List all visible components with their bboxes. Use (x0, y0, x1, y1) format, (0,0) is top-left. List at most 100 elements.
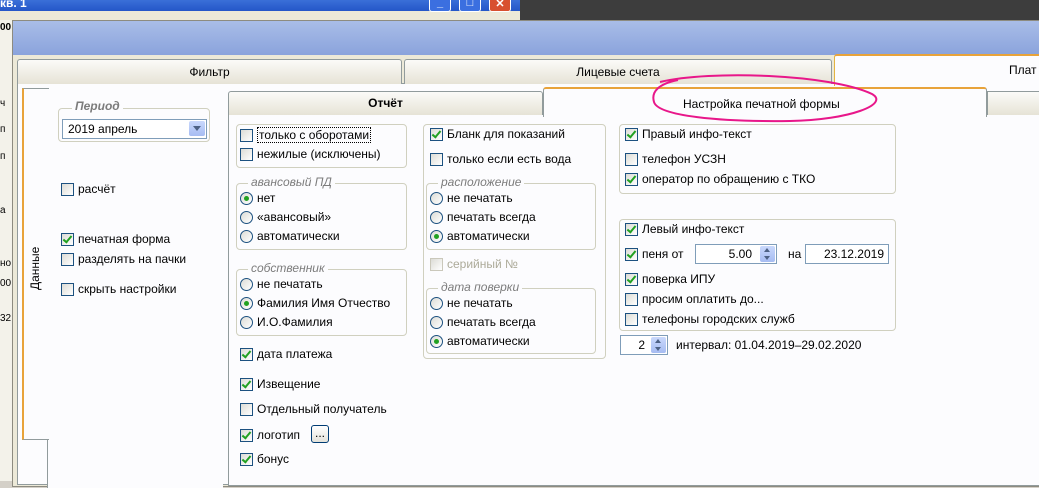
placement-radio[interactable] (430, 210, 443, 224)
split-packs-checkbox[interactable] (61, 252, 74, 266)
period-select[interactable]: 2019 апрель (62, 119, 207, 139)
pay-date-row[interactable]: дата платежа (240, 347, 332, 361)
with-turnover-label: только с оборотами (257, 127, 372, 143)
print-form-label: печатная форма (78, 232, 171, 246)
with-turnover-row[interactable]: только с оборотами (240, 127, 372, 143)
non-residential-row[interactable]: нежилые (исключены) (240, 147, 381, 161)
maximize-button[interactable]: □ (459, 0, 481, 12)
placement-option-label: не печатать (447, 191, 513, 205)
verification-option-row[interactable]: печатать всегда (430, 315, 536, 329)
placement-option-row[interactable]: не печатать (430, 191, 513, 205)
right-info-row[interactable]: Правый инфо-текст (625, 127, 752, 141)
owner-option-row[interactable]: не печатать (240, 277, 323, 291)
placement-option-row[interactable]: автоматически (430, 229, 530, 243)
tab-report[interactable]: Отчёт (228, 91, 543, 115)
please-pay-checkbox[interactable] (625, 292, 638, 306)
chevron-down-icon[interactable] (189, 121, 205, 136)
placement-radio[interactable] (430, 229, 443, 243)
owner-option-label: Фамилия Имя Отчество (257, 296, 391, 310)
hide-settings-checkbox-row[interactable]: скрыть настройки (61, 282, 176, 296)
city-phones-row[interactable]: телефоны городских служб (625, 312, 795, 326)
serial-checkbox[interactable] (430, 257, 443, 271)
only-water-checkbox[interactable] (430, 152, 443, 166)
penalty-date-input[interactable]: 23.12.2019 (805, 244, 889, 264)
readings-form-row[interactable]: Бланк для показаний (430, 127, 565, 141)
bonus-row[interactable]: бонус (240, 452, 289, 466)
right-info-checkbox[interactable] (625, 127, 638, 141)
advance-radio[interactable] (240, 210, 253, 224)
tab-extra[interactable] (987, 91, 1039, 115)
verification-radio[interactable] (430, 315, 443, 329)
owner-option-row[interactable]: Фамилия Имя Отчество (240, 296, 390, 310)
verification-radio[interactable] (430, 334, 443, 348)
hide-settings-label: скрыть настройки (78, 282, 177, 296)
verification-option-row[interactable]: автоматически (430, 334, 530, 348)
minimize-button[interactable]: _ (429, 0, 451, 12)
placement-option-label: автоматически (447, 229, 530, 243)
penalty-row[interactable]: пеня от (625, 247, 684, 261)
placement-radio[interactable] (430, 191, 443, 205)
ipu-check-checkbox[interactable] (625, 272, 638, 286)
tab-filter[interactable]: Фильтр (17, 59, 402, 84)
close-button[interactable]: ✕ (489, 0, 511, 12)
interval-count-input[interactable]: 2 (620, 335, 668, 355)
city-phones-label: телефоны городских служб (642, 312, 795, 326)
only-water-row[interactable]: только если есть вода (430, 152, 571, 166)
print-form-checkbox-row[interactable]: печатная форма (61, 232, 170, 246)
advance-radio[interactable] (240, 229, 253, 243)
background-dark-area (520, 0, 1039, 20)
logo-browse-button[interactable]: ... (311, 425, 329, 443)
please-pay-row[interactable]: просим оплатить до... (625, 292, 764, 306)
penalty-amount-input[interactable]: 5.00 (695, 244, 777, 264)
notice-checkbox[interactable] (240, 377, 253, 391)
advance-radio[interactable] (240, 191, 253, 205)
advance-option-row[interactable]: автоматически (240, 229, 340, 243)
left-info-row[interactable]: Левый инфо-текст (625, 222, 744, 236)
owner-legend: собственник (248, 261, 328, 275)
notice-row[interactable]: Извещение (240, 377, 320, 391)
annotation-ellipse (652, 74, 878, 123)
hide-settings-checkbox[interactable] (61, 282, 74, 296)
logo-row[interactable]: логотип (240, 428, 300, 442)
split-packs-checkbox-row[interactable]: разделять на пачки (61, 252, 186, 266)
verification-option-label: не печатать (447, 296, 513, 310)
readings-form-checkbox[interactable] (430, 127, 443, 141)
left-info-checkbox[interactable] (625, 222, 638, 236)
pay-date-checkbox[interactable] (240, 347, 253, 361)
logo-checkbox[interactable] (240, 428, 253, 442)
advance-option-label: автоматически (257, 229, 340, 243)
uszn-phone-checkbox[interactable] (625, 152, 638, 166)
with-turnover-checkbox[interactable] (240, 128, 253, 142)
print-form-checkbox[interactable] (61, 232, 74, 246)
penalty-checkbox[interactable] (625, 247, 638, 261)
owner-radio[interactable] (240, 277, 253, 291)
verification-option-label: автоматически (447, 334, 530, 348)
calc-checkbox-row[interactable]: расчёт (61, 182, 116, 196)
tko-operator-checkbox[interactable] (625, 172, 638, 186)
advance-option-label: «авансовый» (257, 210, 332, 224)
verification-option-row[interactable]: не печатать (430, 296, 513, 310)
right-info-label: Правый инфо-текст (642, 127, 752, 141)
placement-legend: расположение (438, 175, 525, 189)
verification-radio[interactable] (430, 296, 443, 310)
please-pay-label: просим оплатить до... (642, 292, 764, 306)
city-phones-checkbox[interactable] (625, 312, 638, 326)
bonus-checkbox[interactable] (240, 452, 253, 466)
non-residential-checkbox[interactable] (240, 147, 253, 161)
ipu-check-row[interactable]: поверка ИПУ (625, 272, 715, 286)
separate-recipient-checkbox[interactable] (240, 402, 253, 416)
placement-option-row[interactable]: печатать всегда (430, 210, 536, 224)
serial-row[interactable]: серийный № (430, 257, 518, 271)
owner-radio[interactable] (240, 315, 253, 329)
tko-operator-row[interactable]: оператор по обращению с ТКО (625, 172, 815, 186)
spinner-icon[interactable] (651, 337, 666, 353)
uszn-phone-row[interactable]: телефон УСЗН (625, 152, 726, 166)
advance-option-row[interactable]: «авансовый» (240, 210, 331, 224)
calc-checkbox[interactable] (61, 182, 74, 196)
interval-count-value: 2 (638, 338, 645, 352)
spinner-icon[interactable] (760, 246, 775, 262)
owner-option-row[interactable]: И.О.Фамилия (240, 315, 333, 329)
separate-recipient-row[interactable]: Отдельный получатель (240, 402, 387, 416)
owner-radio[interactable] (240, 296, 253, 310)
advance-option-row[interactable]: нет (240, 191, 275, 205)
